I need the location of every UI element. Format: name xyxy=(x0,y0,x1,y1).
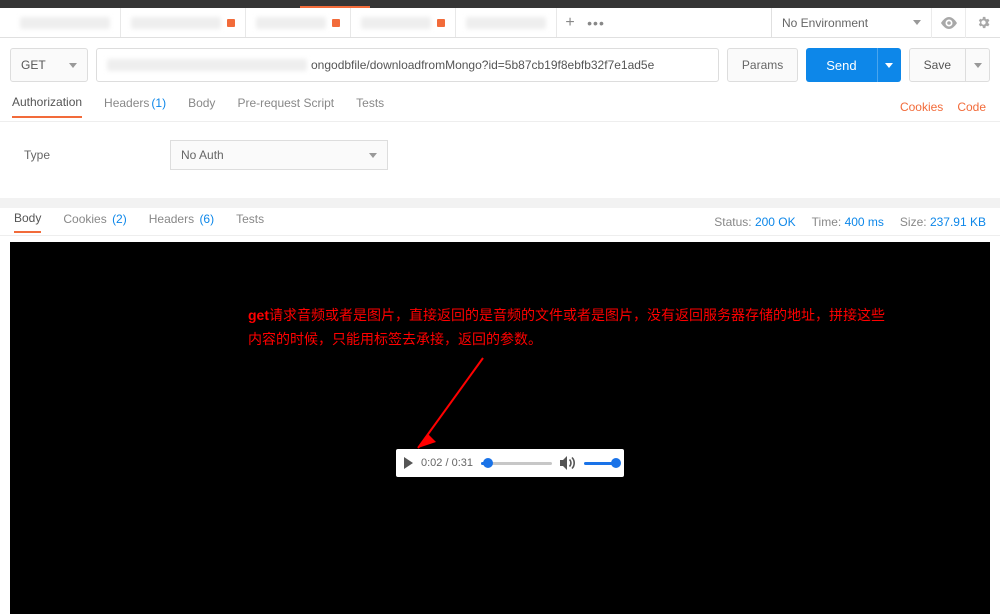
volume-button[interactable] xyxy=(560,456,576,470)
url-text: ongodbfile/downloadfromMongo?id=5b87cb19… xyxy=(311,58,654,72)
url-prefix-redacted xyxy=(107,59,307,71)
environment-area: No Environment xyxy=(771,8,1000,37)
request-tab[interactable] xyxy=(456,8,557,37)
auth-type-select[interactable]: No Auth xyxy=(170,140,388,170)
authorization-panel: Type No Auth xyxy=(0,122,1000,208)
eye-icon xyxy=(941,17,957,29)
tab-label-redacted xyxy=(256,17,326,29)
chevron-down-icon xyxy=(369,153,377,158)
environment-select[interactable]: No Environment xyxy=(772,8,932,38)
settings-button[interactable] xyxy=(966,8,1000,38)
response-tabs: Body Cookies (2) Headers (6) Tests Statu… xyxy=(0,208,1000,236)
tab-authorization[interactable]: Authorization xyxy=(12,95,82,118)
request-tab[interactable] xyxy=(121,8,246,37)
audio-time: 0:02 / 0:31 xyxy=(421,457,473,469)
chevron-down-icon xyxy=(69,63,77,68)
request-tabs: + ••• xyxy=(0,8,771,37)
speaker-icon xyxy=(560,456,576,470)
auth-type-label: Type xyxy=(24,148,50,162)
time-meta: Time: 400 ms xyxy=(812,215,884,229)
save-button[interactable]: Save xyxy=(909,48,966,82)
resp-tab-body[interactable]: Body xyxy=(14,211,41,233)
seek-knob[interactable] xyxy=(483,458,493,468)
annotation-lead: get xyxy=(248,307,269,323)
titlebar xyxy=(0,0,1000,8)
tab-label-redacted xyxy=(131,17,221,29)
gear-icon xyxy=(976,15,991,30)
chevron-down-icon xyxy=(885,63,893,68)
save-dropdown-button[interactable] xyxy=(966,48,990,82)
tab-label-redacted xyxy=(20,17,110,29)
volume-knob[interactable] xyxy=(611,458,621,468)
response-body-panel: get请求音频或者是图片，直接返回的是音频的文件或者是图片，没有返回服务器存储的… xyxy=(10,242,990,614)
code-link[interactable]: Code xyxy=(957,100,986,114)
request-tab[interactable] xyxy=(246,8,351,37)
tab-label-redacted xyxy=(361,17,431,29)
tab-body[interactable]: Body xyxy=(188,96,215,117)
environment-quicklook-button[interactable] xyxy=(932,8,966,38)
resp-tab-tests[interactable]: Tests xyxy=(236,212,264,232)
params-button[interactable]: Params xyxy=(727,48,798,82)
send-button[interactable]: Send xyxy=(806,48,876,82)
tab-prerequest[interactable]: Pre-request Script xyxy=(237,96,334,117)
save-group: Save xyxy=(909,48,990,82)
method-label: GET xyxy=(21,58,46,72)
new-tab-button[interactable]: + xyxy=(557,8,583,37)
audio-player: 0:02 / 0:31 xyxy=(396,449,624,477)
request-subtabs: Authorization Headers(1) Body Pre-reques… xyxy=(0,92,1000,122)
unsaved-dot-icon xyxy=(332,19,340,27)
tab-headers[interactable]: Headers(1) xyxy=(104,96,166,117)
cookies-code-links: Cookies Code xyxy=(900,100,986,114)
tab-overflow-button[interactable]: ••• xyxy=(583,8,609,37)
play-button[interactable] xyxy=(404,457,413,469)
volume-slider[interactable] xyxy=(584,462,616,465)
seek-slider[interactable] xyxy=(481,462,552,465)
chevron-down-icon xyxy=(913,20,921,25)
tab-label-redacted xyxy=(466,17,546,29)
unsaved-dot-icon xyxy=(227,19,235,27)
resp-tab-cookies[interactable]: Cookies (2) xyxy=(63,212,126,232)
size-meta: Size: 237.91 KB xyxy=(900,215,986,229)
annotation-text: get请求音频或者是图片，直接返回的是音频的文件或者是图片，没有返回服务器存储的… xyxy=(248,304,966,352)
status-meta: Status: 200 OK xyxy=(714,215,795,229)
request-row: GET ongodbfile/downloadfromMongo?id=5b87… xyxy=(0,38,1000,92)
resp-tab-headers[interactable]: Headers (6) xyxy=(149,212,214,232)
cookies-link[interactable]: Cookies xyxy=(900,100,943,114)
method-select[interactable]: GET xyxy=(10,48,88,82)
environment-label: No Environment xyxy=(782,16,868,30)
tab-row: + ••• No Environment xyxy=(0,8,1000,38)
response-meta: Status: 200 OK Time: 400 ms Size: 237.91… xyxy=(714,215,986,229)
send-group: Send xyxy=(806,48,900,82)
request-tab[interactable] xyxy=(351,8,456,37)
request-tab[interactable] xyxy=(10,8,121,37)
send-dropdown-button[interactable] xyxy=(877,48,901,82)
url-input[interactable]: ongodbfile/downloadfromMongo?id=5b87cb19… xyxy=(96,48,719,82)
auth-selected: No Auth xyxy=(181,148,224,162)
tab-tests[interactable]: Tests xyxy=(356,96,384,117)
unsaved-dot-icon xyxy=(437,19,445,27)
chevron-down-icon xyxy=(974,63,982,68)
